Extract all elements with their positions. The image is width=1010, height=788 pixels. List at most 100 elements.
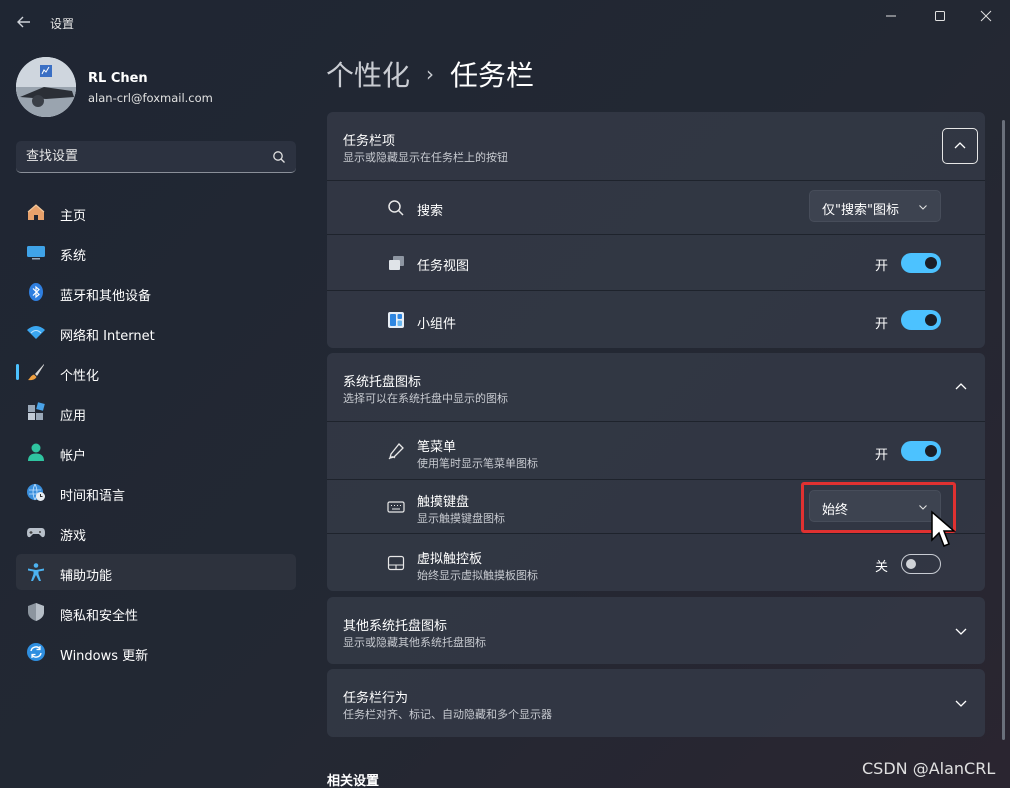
- mouse-cursor-icon: [931, 510, 956, 547]
- sidebar-item-network[interactable]: 网络和 Internet: [16, 314, 296, 350]
- section-subtitle: 显示或隐藏其他系统托盘图标: [343, 636, 486, 649]
- other-tray-icons-card[interactable]: 其他系统托盘图标 显示或隐藏其他系统托盘图标: [327, 597, 985, 664]
- wifi-icon: [27, 326, 45, 339]
- app-title: 设置: [50, 17, 75, 31]
- taskbar-items-card: 任务栏项 显示或隐藏显示在任务栏上的按钮 搜索 仅"搜索"图标 任务视图 开 小…: [327, 112, 985, 348]
- widgets-icon: [388, 312, 404, 328]
- dropdown-value: 仅"搜索"图标: [822, 203, 899, 218]
- breadcrumb: 个性化 › 任务栏: [326, 54, 534, 94]
- chevron-down-icon: [919, 205, 927, 210]
- user-email: alan-crl@foxmail.com: [88, 91, 213, 105]
- scrollbar[interactable]: [1002, 120, 1005, 740]
- touchpad-icon: [387, 555, 405, 571]
- toggle-knob: [925, 257, 937, 269]
- search-mode-dropdown[interactable]: 仅"搜索"图标: [809, 190, 941, 222]
- chevron-up-icon: [954, 142, 966, 149]
- sidebar-item-label: 应用: [60, 409, 87, 424]
- related-settings-heading: 相关设置: [327, 774, 380, 788]
- taskbar-items-header[interactable]: 任务栏项 显示或隐藏显示在任务栏上的按钮: [327, 112, 985, 180]
- setting-description: 显示触摸键盘图标: [417, 512, 505, 525]
- settings-search-input[interactable]: [26, 141, 266, 172]
- minimize-icon: [886, 15, 896, 17]
- sidebar-item-label: 隐私和安全性: [60, 609, 139, 624]
- breadcrumb-separator: ›: [426, 62, 435, 86]
- setting-description: 使用笔时显示笔菜单图标: [417, 457, 538, 470]
- minimize-button[interactable]: [868, 6, 914, 26]
- virtual-touchpad-row: 虚拟触控板 始终显示虚拟触摸板图标 关: [327, 533, 985, 591]
- sidebar-item-windows-update[interactable]: Windows 更新: [16, 634, 296, 670]
- toggle-knob: [906, 559, 916, 569]
- sidebar-item-label: 蓝牙和其他设备: [60, 289, 152, 304]
- user-profile[interactable]: RL Chen alan-crl@foxmail.com: [16, 57, 296, 117]
- setting-label: 搜索: [417, 204, 444, 219]
- sidebar-item-label: 系统: [60, 249, 87, 264]
- toggle-knob: [925, 445, 937, 457]
- sidebar-item-label: 网络和 Internet: [60, 329, 155, 344]
- chevron-down-icon[interactable]: [954, 624, 968, 638]
- sidebar-item-label: 主页: [60, 209, 87, 224]
- task-view-icon: [389, 256, 404, 270]
- setting-label: 笔菜单: [417, 440, 457, 455]
- setting-label: 任务视图: [417, 259, 470, 274]
- sidebar-item-home[interactable]: 主页: [16, 194, 296, 230]
- maximize-icon: [935, 11, 945, 21]
- sidebar-item-apps[interactable]: 应用: [16, 394, 296, 430]
- gamepad-icon: [27, 528, 45, 538]
- close-icon: [980, 10, 992, 22]
- sidebar-item-label: 时间和语言: [60, 489, 126, 504]
- close-button[interactable]: [963, 6, 1009, 26]
- sidebar-item-time-language[interactable]: 时间和语言: [16, 474, 296, 510]
- sidebar-item-privacy[interactable]: 隐私和安全性: [16, 594, 296, 630]
- system-tray-card: 系统托盘图标 选择可以在系统托盘中显示的图标 笔菜单 使用笔时显示笔菜单图标 开…: [327, 353, 985, 591]
- collapse-button[interactable]: [942, 128, 978, 164]
- toggle-state-label: 开: [875, 259, 889, 274]
- brush-icon: [28, 364, 44, 381]
- system-tray-header[interactable]: 系统托盘图标 选择可以在系统托盘中显示的图标: [327, 353, 985, 421]
- pen-icon: [388, 443, 404, 460]
- pen-menu-row: 笔菜单 使用笔时显示笔菜单图标 开: [327, 421, 985, 479]
- sidebar-item-label: 辅助功能: [60, 569, 113, 584]
- widgets-toggle[interactable]: [901, 310, 941, 330]
- maximize-button[interactable]: [917, 6, 963, 26]
- chevron-down-icon[interactable]: [954, 696, 968, 710]
- settings-search-box[interactable]: [16, 141, 296, 173]
- avatar-image: [16, 57, 76, 117]
- globe-clock-icon: [27, 483, 45, 501]
- page-title: 任务栏: [450, 59, 535, 92]
- toggle-state-label: 开: [875, 317, 889, 332]
- person-icon: [28, 443, 44, 461]
- sidebar-item-personalization[interactable]: 个性化: [16, 354, 296, 390]
- setting-description: 始终显示虚拟触摸板图标: [417, 569, 538, 582]
- bluetooth-icon: [29, 283, 43, 301]
- setting-label: 虚拟触控板: [417, 552, 483, 567]
- section-title: 系统托盘图标: [343, 375, 422, 390]
- accessibility-icon: [28, 563, 44, 581]
- back-button[interactable]: [14, 12, 34, 32]
- section-title: 任务栏项: [343, 134, 396, 149]
- task-view-toggle[interactable]: [901, 253, 941, 273]
- active-indicator: [16, 364, 19, 380]
- update-icon: [27, 643, 45, 661]
- user-name: RL Chen: [88, 71, 148, 86]
- toggle-knob: [925, 314, 937, 326]
- shield-icon: [28, 603, 44, 621]
- title-bar: 设置: [0, 0, 1010, 40]
- toggle-state-label: 关: [875, 560, 889, 575]
- sidebar-item-bluetooth[interactable]: 蓝牙和其他设备: [16, 274, 296, 310]
- sidebar-item-label: 游戏: [60, 529, 87, 544]
- sidebar-item-label: 个性化: [60, 369, 100, 384]
- monitor-icon: [27, 246, 45, 260]
- virtual-touchpad-toggle[interactable]: [901, 554, 941, 574]
- setting-label: 小组件: [417, 317, 457, 332]
- sidebar-item-label: 帐户: [60, 449, 87, 464]
- sidebar-item-accounts[interactable]: 帐户: [16, 434, 296, 470]
- setting-label: 触摸键盘: [417, 495, 470, 510]
- sidebar-item-gaming[interactable]: 游戏: [16, 514, 296, 550]
- sidebar-item-accessibility[interactable]: 辅助功能: [16, 554, 296, 590]
- taskbar-behavior-card[interactable]: 任务栏行为 任务栏对齐、标记、自动隐藏和多个显示器: [327, 669, 985, 737]
- chevron-up-icon[interactable]: [954, 380, 968, 394]
- task-view-row: 任务视图 开: [327, 234, 985, 290]
- breadcrumb-parent[interactable]: 个性化: [326, 54, 410, 94]
- sidebar-item-system[interactable]: 系统: [16, 234, 296, 270]
- pen-menu-toggle[interactable]: [901, 441, 941, 461]
